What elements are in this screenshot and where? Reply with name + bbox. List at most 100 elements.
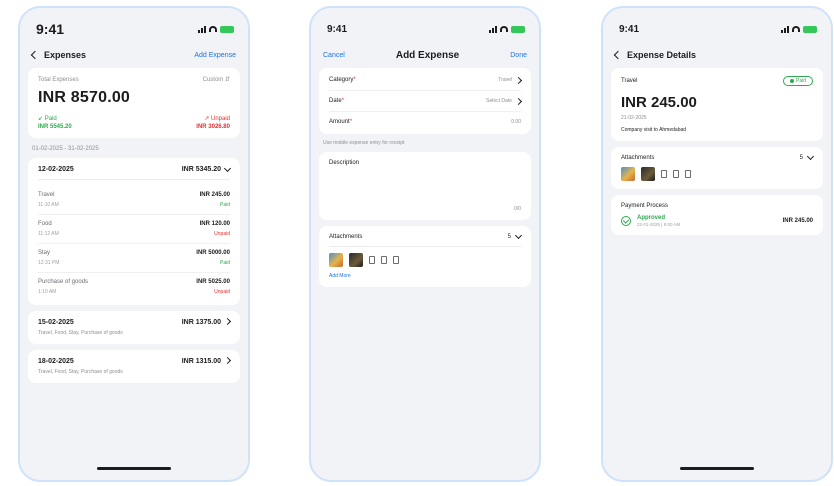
expense-description: Company visit to Ahmedabad <box>621 127 687 133</box>
cancel-button[interactable]: Cancel <box>323 52 345 59</box>
description-field[interactable]: Description 0/0 <box>319 152 531 220</box>
nav-bar: Expenses Add Expense <box>20 42 248 68</box>
process-date: 22-01-2025 | 9:00 AM <box>637 222 681 227</box>
item-time: 1:10 AM <box>38 289 57 295</box>
group-date: 12-02-2025 <box>38 166 74 173</box>
status-bar: 9:41 <box>20 16 248 42</box>
attachment-image-thumb[interactable] <box>329 253 343 267</box>
attachments-toggle[interactable]: 5 <box>800 152 815 161</box>
back-button[interactable]: Expenses <box>30 50 86 60</box>
attachment-image-thumb[interactable] <box>349 253 363 267</box>
divider <box>38 179 230 180</box>
chevron-right-icon <box>223 356 232 365</box>
expense-summary-card: Travel Paid INR 245.00 21-02-2025 Compan… <box>611 68 823 141</box>
attachments-toggle[interactable]: 5 <box>507 231 523 240</box>
page-title: Expense Details <box>627 50 697 60</box>
chevron-down-icon <box>514 231 523 240</box>
unpaid-label-text: Unpaid <box>210 116 230 122</box>
file-icon[interactable] <box>685 170 691 178</box>
expense-group[interactable]: 12-02-2025 INR 5345.20 Travel INR 245.00 1… <box>28 158 240 305</box>
divider <box>329 246 521 247</box>
done-button[interactable]: Done <box>510 52 527 59</box>
chevron-down-icon <box>806 152 815 161</box>
page-title: Add Expense <box>395 49 460 61</box>
attachment-image-thumb[interactable] <box>621 167 635 181</box>
battery-icon <box>220 25 234 33</box>
item-amount: INR 245.00 <box>199 192 230 198</box>
attachments-label: Attachments <box>621 155 655 161</box>
attachment-thumbnails <box>621 167 813 181</box>
filter-icon: ⇵ <box>224 77 230 83</box>
file-icon[interactable] <box>393 256 399 264</box>
category-field[interactable]: Category* Travel <box>329 70 523 90</box>
nav-bar: Expense Details <box>603 42 831 68</box>
category-value: Travel <box>498 76 523 84</box>
status-bar: 9:41 <box>603 16 831 42</box>
attachment-image-thumb[interactable] <box>641 167 655 181</box>
amount-field[interactable]: Amount* 0.00 <box>329 111 521 132</box>
item-status: Unpaid <box>214 289 230 295</box>
expense-date: 21-02-2025 <box>621 115 647 121</box>
filter-value: Custom <box>202 77 224 83</box>
expense-group-collapsed[interactable]: 15-02-2025 INR 1375.00 Travel, Food, Sta… <box>28 311 240 344</box>
list-item[interactable]: Stay INR 5000.00 12:31 PM Paid <box>38 243 230 272</box>
item-status: Paid <box>219 202 230 208</box>
signal-icon <box>198 25 206 33</box>
item-amount: INR 5000.00 <box>196 250 230 256</box>
group-categories: Travel, Food, Stay, Purchase of goods <box>38 330 123 336</box>
expense-details-screen: 9:41 Expense Details Travel Paid INR 245… <box>601 6 833 482</box>
back-button[interactable]: Expense Details <box>613 50 697 60</box>
filter-dropdown[interactable]: Custom ⇵ <box>203 76 230 83</box>
status-badge-text: Paid <box>795 78 806 84</box>
group-total: INR 1375.00 <box>181 317 232 326</box>
list-item[interactable]: Purchase of goods INR 5025.00 1:10 AM Unpai… <box>38 272 230 301</box>
expense-group-collapsed[interactable]: 18-02-2025 INR 1315.00 Travel, Food, Sta… <box>28 350 240 383</box>
process-title: Payment Process <box>621 203 669 209</box>
file-icon[interactable] <box>381 256 387 264</box>
attachments-count: 5 <box>507 234 511 240</box>
chevron-down-icon <box>223 164 232 173</box>
home-indicator[interactable] <box>680 467 754 470</box>
attachments-label: Attachments <box>329 234 363 240</box>
item-amount: INR 5025.00 <box>196 279 230 285</box>
file-icon[interactable] <box>673 170 679 178</box>
unpaid-value: INR 3026.80 <box>196 124 230 130</box>
system-icons <box>489 25 525 33</box>
chevron-right-icon <box>514 97 523 105</box>
group-total-value: INR 1315.00 <box>181 358 221 365</box>
home-indicator[interactable] <box>97 467 171 470</box>
status-dot-icon <box>789 79 794 83</box>
attachment-thumbnails <box>329 253 521 267</box>
process-amount: INR 245.00 <box>782 218 813 224</box>
list-item[interactable]: Food INR 120.00 11:12 AM Unpaid <box>38 214 230 243</box>
add-expense-button[interactable]: Add Expense <box>194 52 236 59</box>
wifi-icon <box>500 26 508 32</box>
file-icon[interactable] <box>661 170 667 178</box>
expense-amount: INR 245.00 <box>621 94 697 111</box>
battery-icon <box>511 25 525 33</box>
category-label: Travel <box>621 78 638 84</box>
helper-text: Use mobile expense entry for receipt <box>323 140 405 146</box>
status-badge: Paid <box>782 76 813 86</box>
item-status: Paid <box>219 260 230 266</box>
item-category: Stay <box>38 250 51 256</box>
item-category: Purchase of goods <box>38 279 89 285</box>
summary-card: Total Expenses Custom ⇵ INR 8570.00 ↙ Pa… <box>28 68 240 138</box>
list-item[interactable]: Travel INR 245.00 11:10 AM Paid <box>38 186 230 214</box>
file-icon[interactable] <box>369 256 375 264</box>
wifi-icon <box>209 26 217 32</box>
nav-bar: Cancel Add Expense Done <box>311 42 539 68</box>
total-amount: INR 8570.00 <box>38 89 131 106</box>
signal-icon <box>489 25 497 33</box>
date-field[interactable]: Date* Select Date <box>329 90 523 111</box>
required-mark: * <box>341 98 345 104</box>
amount-value: 0.00 <box>511 119 521 125</box>
add-expense-screen: 9:41 Cancel Add Expense Done Category* T… <box>309 6 541 482</box>
category-value-text: Travel <box>498 77 512 83</box>
group-total-value: INR 1375.00 <box>181 319 221 326</box>
status-time: 9:41 <box>619 23 640 35</box>
date-label-text: Date <box>329 98 342 104</box>
category-label-text: Category <box>329 77 354 83</box>
required-mark: * <box>349 119 353 125</box>
add-attachment-link[interactable]: Add More <box>329 273 521 279</box>
